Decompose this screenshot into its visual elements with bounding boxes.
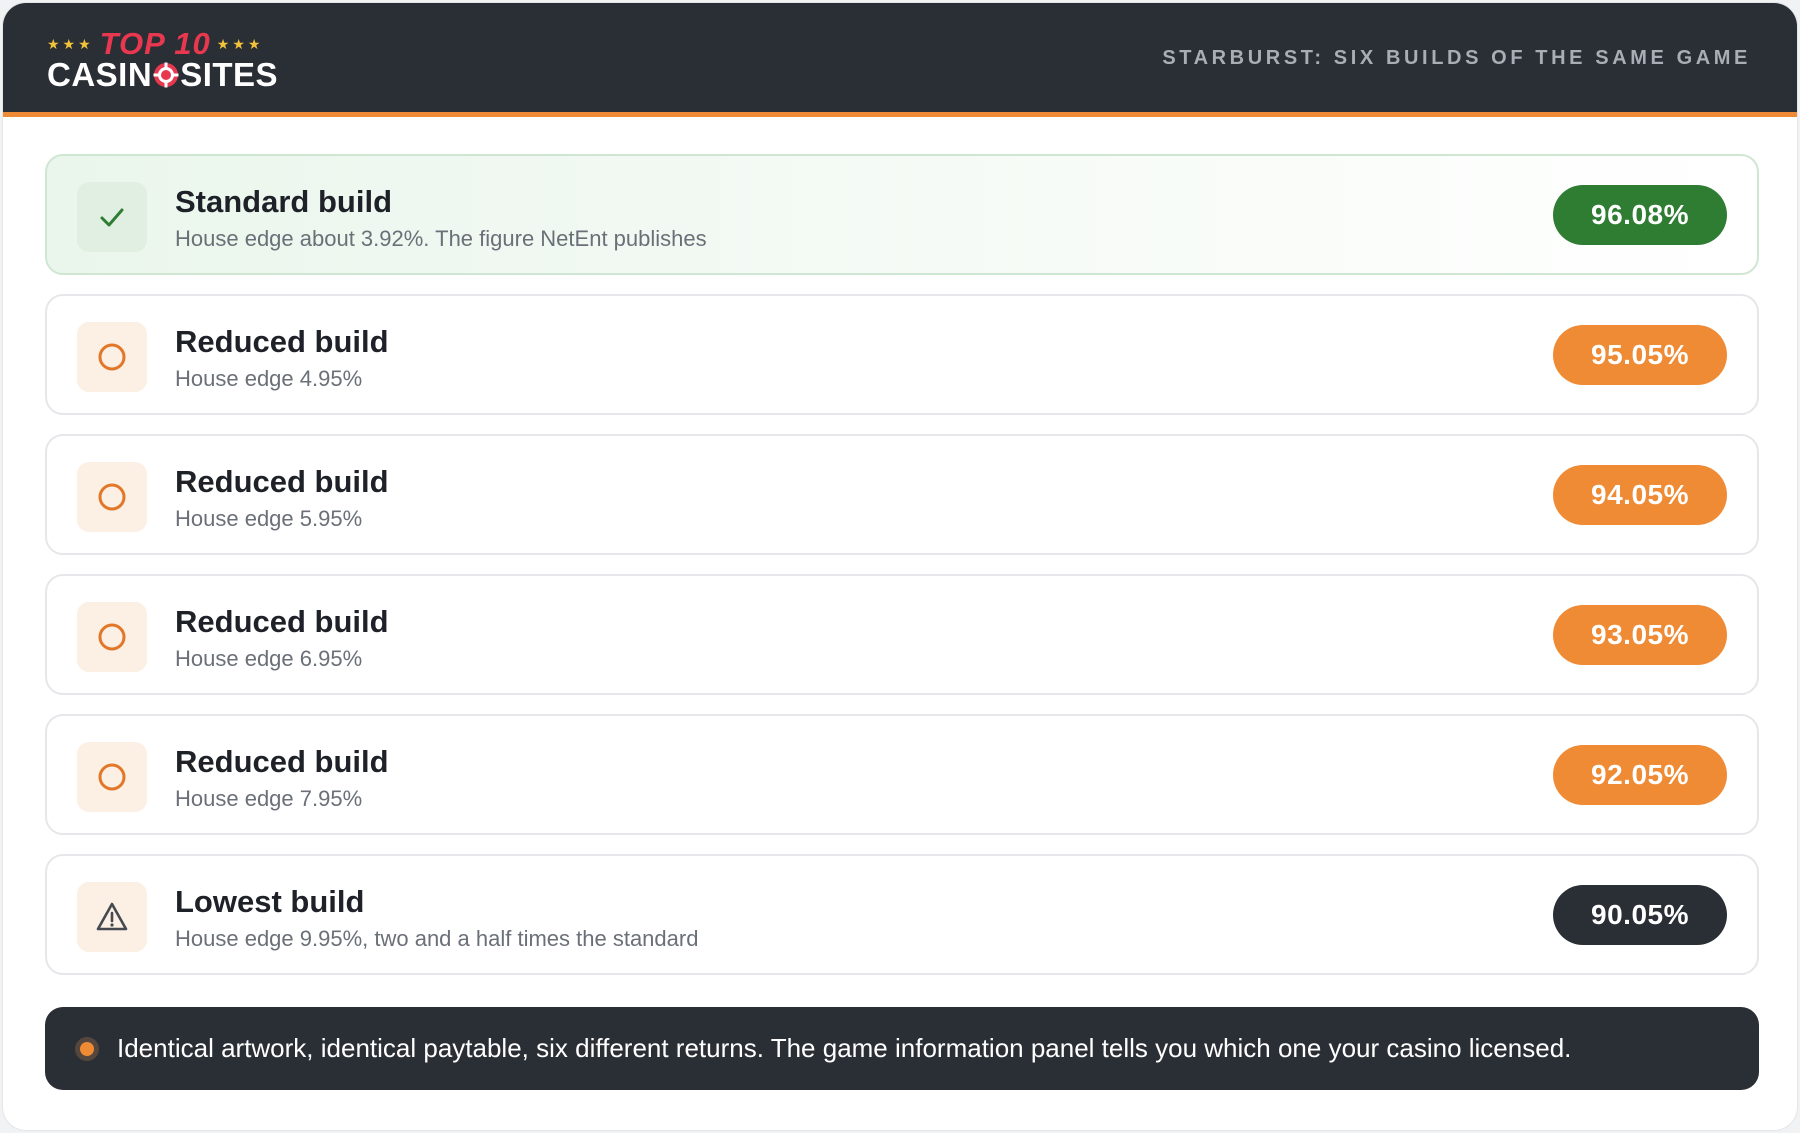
build-status-icon-box (77, 182, 147, 252)
logo-sites-text: SITES (180, 56, 279, 93)
build-rtp-badge: 92.05% (1553, 745, 1727, 805)
build-rtp-badge: 94.05% (1553, 465, 1727, 525)
build-status-icon-box (77, 322, 147, 392)
build-rtp-badge: 93.05% (1553, 605, 1727, 665)
build-title: Reduced build (175, 464, 389, 499)
warning-icon (96, 902, 128, 931)
build-row-6: Lowest build House edge 9.95%, two and a… (45, 854, 1759, 975)
build-row-1: Standard build House edge about 3.92%. T… (45, 154, 1759, 275)
build-rtp-badge: 90.05% (1553, 885, 1727, 945)
build-title: Standard build (175, 184, 392, 219)
logo-casino-text: CASIN (47, 56, 153, 93)
build-rtp-badge: 96.08% (1553, 185, 1727, 245)
build-list: Standard build House edge about 3.92%. T… (45, 154, 1759, 994)
header-bar: ★★★ TOP 10 ★★★ CASIN SITES STARBURST: SI… (3, 3, 1797, 117)
build-status-icon-box (77, 462, 147, 532)
circle-icon (98, 483, 126, 511)
logo-top-line: ★★★ TOP 10 ★★★ (47, 26, 279, 61)
poker-chip-icon (153, 62, 179, 88)
build-status-icon-box (77, 602, 147, 672)
info-banner: Identical artwork, identical paytable, s… (45, 1007, 1759, 1090)
build-status-icon-box (77, 882, 147, 952)
build-title: Reduced build (175, 744, 389, 779)
build-row-5: Reduced build House edge 7.95% 92.05% (45, 714, 1759, 835)
build-row-4: Reduced build House edge 6.95% 93.05% (45, 574, 1759, 695)
build-rtp-badge: 95.05% (1553, 325, 1727, 385)
build-house-edge: House edge 6.95% (175, 646, 363, 671)
build-status-icon-box (77, 742, 147, 812)
logo-stars-right: ★★★ (216, 35, 264, 52)
build-title: Lowest build (175, 884, 365, 919)
build-house-edge: House edge 5.95% (175, 506, 363, 531)
build-title: Reduced build (175, 324, 389, 359)
build-row-2: Reduced build House edge 4.95% 95.05% (45, 294, 1759, 415)
circle-icon (98, 763, 126, 791)
starburst-builds-card: ★★★ TOP 10 ★★★ CASIN SITES STARBURST: SI… (2, 2, 1798, 1131)
logo-stars-left: ★★★ (47, 35, 94, 52)
site-logo[interactable]: ★★★ TOP 10 ★★★ CASIN SITES (47, 26, 279, 93)
page-title: STARBURST: SIX BUILDS OF THE SAME GAME (1162, 47, 1751, 69)
info-banner-text: Identical artwork, identical paytable, s… (117, 1033, 1572, 1063)
build-house-edge: House edge 4.95% (175, 366, 363, 391)
logo-bottom-line: CASIN SITES (47, 56, 279, 93)
build-title: Reduced build (175, 604, 389, 639)
build-house-edge: House edge about 3.92%. The figure NetEn… (175, 226, 707, 251)
build-house-edge: House edge 9.95%, two and a half times t… (175, 926, 699, 951)
bullet-dot-icon (75, 1036, 99, 1061)
circle-icon (98, 343, 126, 371)
circle-icon (98, 623, 126, 651)
check-icon (100, 208, 124, 227)
build-house-edge: House edge 7.95% (175, 786, 363, 811)
build-row-3: Reduced build House edge 5.95% 94.05% (45, 434, 1759, 555)
logo-top10-text: TOP 10 (99, 26, 211, 61)
